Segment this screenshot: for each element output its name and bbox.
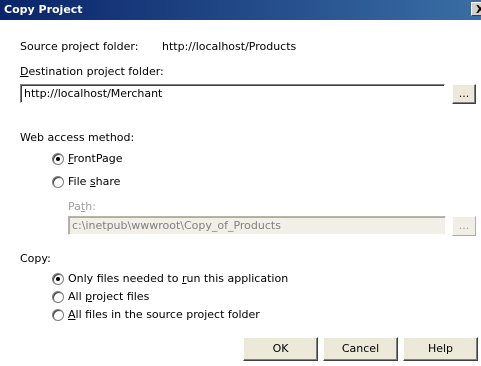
- frontpage-radio[interactable]: [52, 153, 64, 165]
- copy-option-1-rest: roject files: [92, 290, 150, 303]
- copy-option-all-label[interactable]: All files in the source project folder: [68, 308, 260, 321]
- destination-folder-input[interactable]: [21, 85, 444, 102]
- fileshare-label-rest: hare: [95, 175, 121, 188]
- path-label: Path:: [68, 200, 96, 213]
- ok-button-label: OK: [272, 342, 289, 355]
- path-browse-button[interactable]: ...: [452, 216, 476, 236]
- fileshare-radio[interactable]: [52, 176, 64, 188]
- cancel-button-label: Cancel: [341, 342, 380, 355]
- copy-project-dialog: Copy Project X Source project folder: ht…: [0, 0, 481, 366]
- fileshare-label-pre: File: [68, 175, 90, 188]
- copy-option-2-accel: A: [68, 308, 76, 321]
- ellipsis-icon: ...: [458, 219, 470, 232]
- close-icon: X: [476, 3, 481, 16]
- ellipsis-icon: ...: [458, 87, 470, 100]
- path-label-pre: Pa: [68, 200, 81, 213]
- copy-option-0-pre: Only files needed to: [68, 272, 182, 285]
- destination-folder-label: Destination project folder:: [20, 65, 164, 78]
- web-access-label: Web access method:: [20, 131, 135, 144]
- cancel-button[interactable]: Cancel: [323, 337, 398, 361]
- copy-option-needed-label[interactable]: Only files needed to run this applicatio…: [68, 272, 288, 285]
- source-folder-label: Source project folder:: [20, 40, 139, 53]
- ok-button[interactable]: OK: [243, 337, 318, 361]
- copy-label: Copy:: [20, 252, 51, 265]
- frontpage-label[interactable]: FrontPage: [68, 152, 122, 165]
- frontpage-label-rest: rontPage: [73, 152, 123, 165]
- title-bar[interactable]: Copy Project X: [0, 0, 481, 20]
- close-button[interactable]: X: [471, 2, 481, 16]
- copy-option-2-rest: ll files in the source project folder: [75, 308, 260, 321]
- path-label-rest: h:: [85, 200, 96, 213]
- copy-option-project-label[interactable]: All project files: [68, 290, 149, 303]
- path-input[interactable]: [69, 217, 445, 234]
- radio-selected-icon: [56, 157, 60, 161]
- destination-label-rest: estination project folder:: [28, 65, 164, 78]
- help-button[interactable]: Help: [403, 337, 478, 361]
- copy-option-all-radio[interactable]: [52, 309, 64, 321]
- source-folder-value: http://localhost/Products: [162, 40, 297, 53]
- path-field[interactable]: [68, 216, 446, 235]
- fileshare-label[interactable]: File share: [68, 175, 120, 188]
- copy-option-needed-radio[interactable]: [52, 273, 64, 285]
- copy-option-project-radio[interactable]: [52, 291, 64, 303]
- copy-option-0-rest: un this application: [186, 272, 289, 285]
- radio-selected-icon: [56, 277, 60, 281]
- destination-folder-field[interactable]: [20, 84, 445, 103]
- destination-browse-button[interactable]: ...: [452, 84, 476, 104]
- copy-option-1-pre: All: [68, 290, 86, 303]
- help-button-label: Help: [427, 342, 454, 355]
- dialog-title: Copy Project: [4, 3, 83, 16]
